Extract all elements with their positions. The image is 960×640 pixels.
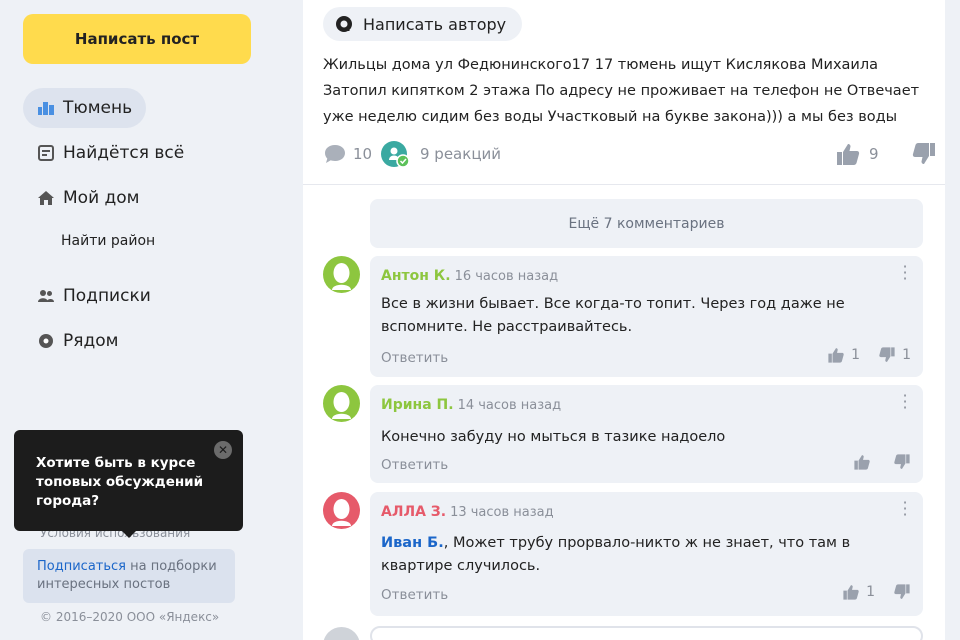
comment: Ирина П. 14 часов назад · · · Конечно забуд… xyxy=(370,385,923,483)
thumbs-down-icon[interactable] xyxy=(878,346,896,364)
likes-count: 1 xyxy=(851,347,861,363)
sidebar-item-label: Мой дом xyxy=(63,188,140,208)
thumbs-down-icon[interactable] xyxy=(893,583,911,601)
reaction-avatar-icon xyxy=(380,140,410,168)
sidebar-item-label: Найдётся всё xyxy=(63,143,185,163)
comment-votes: 1 xyxy=(842,583,911,601)
tooltip-arrow xyxy=(122,531,136,538)
comment-text: Все в жизни бывает. Все когда-то топит. … xyxy=(381,296,845,335)
close-icon[interactable]: ✕ xyxy=(214,441,232,459)
more-icon[interactable]: · · · xyxy=(899,259,911,287)
user-silhouette-icon xyxy=(332,263,351,290)
thumbs-up-icon[interactable] xyxy=(842,583,860,601)
comment-header: Ирина П. 14 часов назад xyxy=(381,397,561,413)
comment-votes xyxy=(853,453,911,471)
write-post-button[interactable]: Написать пост xyxy=(23,14,251,64)
more-icon[interactable]: · · · xyxy=(899,388,911,416)
copyright: © 2016–2020 ООО «Яндекс» xyxy=(40,610,220,624)
avatar[interactable] xyxy=(323,492,360,529)
city-icon xyxy=(37,99,55,117)
comments-count[interactable]: 10 xyxy=(323,140,372,168)
comment-author[interactable]: АЛЛА З. xyxy=(381,504,446,520)
more-icon[interactable]: · · · xyxy=(899,495,911,523)
sidebar-item-board[interactable]: Найдётся всё xyxy=(23,133,198,173)
post-text: Жильцы дома ул Федюнинского17 17 тюмень … xyxy=(323,57,920,125)
avatar[interactable] xyxy=(323,256,360,293)
reply-button[interactable]: Ответить xyxy=(381,350,448,366)
find-district-link[interactable]: Найти район xyxy=(61,233,155,249)
sidebar-item-tyumen[interactable]: Тюмень xyxy=(23,88,147,128)
home-icon xyxy=(37,189,55,207)
comment-header: АЛЛА З. 13 часов назад xyxy=(381,504,554,520)
sidebar: Написать пост Тюмень Найдётся всё Мой до… xyxy=(0,0,290,640)
thumbs-down-icon xyxy=(912,143,935,164)
reply-button[interactable]: Ответить xyxy=(381,587,448,603)
chat-icon xyxy=(335,15,353,33)
likes-count: 9 xyxy=(869,145,879,163)
thumbs-up-icon[interactable] xyxy=(827,346,845,364)
comment-input[interactable] xyxy=(370,626,923,640)
sidebar-item-subscriptions[interactable]: Подписки xyxy=(23,276,165,316)
thumbs-up-icon[interactable] xyxy=(853,453,871,471)
dislikes-count: 1 xyxy=(902,347,911,363)
reactions[interactable]: 9 реакций xyxy=(380,140,501,168)
comment-icon xyxy=(325,145,345,163)
board-icon xyxy=(37,144,55,162)
reply-button[interactable]: Ответить xyxy=(381,457,448,473)
thumbs-up-icon xyxy=(837,144,860,165)
comment-author[interactable]: Ирина П. xyxy=(381,397,454,413)
user-silhouette-icon xyxy=(332,499,351,526)
location-icon xyxy=(37,332,55,350)
comment-body: , Может трубу прорвало-никто ж не знает,… xyxy=(381,535,851,574)
sidebar-item-nearby[interactable]: Рядом xyxy=(23,321,132,361)
user-silhouette-icon xyxy=(332,392,351,419)
post-stats: 10 9 реакций 9 xyxy=(323,140,935,168)
like-button[interactable]: 9 xyxy=(835,140,879,168)
comment-votes: 1 1 xyxy=(827,346,911,364)
comment-time: 13 часов назад xyxy=(450,505,554,520)
comment-mention[interactable]: Иван Б. xyxy=(381,535,444,551)
sidebar-item-label: Подписки xyxy=(63,286,151,306)
comment-time: 16 часов назад xyxy=(454,269,559,284)
avatar[interactable] xyxy=(323,385,360,422)
comments-count-value: 10 xyxy=(353,145,373,163)
tooltip-text: Хотите быть в курсе топовых обсуждений г… xyxy=(36,455,204,509)
current-user-avatar xyxy=(323,627,360,640)
subscribe-tooltip: Хотите быть в курсе топовых обсуждений г… xyxy=(14,430,243,538)
dislike-button[interactable] xyxy=(911,140,937,168)
subscribe-link[interactable]: Подписаться xyxy=(37,559,126,574)
comment: Антон К. 16 часов назад · · · Все в жизни б… xyxy=(370,256,923,377)
comment-time: 14 часов назад xyxy=(457,398,562,413)
thumbs-down-icon[interactable] xyxy=(893,453,911,471)
sidebar-item-my-home[interactable]: Мой дом xyxy=(23,178,154,218)
comment-author[interactable]: Антон К. xyxy=(381,268,451,284)
comment: АЛЛА З. 13 часов назад · · · Иван Б., Может… xyxy=(370,492,923,616)
likes-count: 1 xyxy=(866,584,875,600)
people-icon xyxy=(37,287,55,305)
sidebar-item-label: Тюмень xyxy=(63,98,133,118)
main-feed: Написать автору Жильцы дома ул Федюнинск… xyxy=(303,0,945,640)
comment-text: Конечно забуду но мыться в тазике надоел… xyxy=(381,429,726,445)
comment-text: Иван Б., Может трубу прорвало-никто ж не… xyxy=(381,532,911,578)
write-author-label: Написать автору xyxy=(363,14,507,34)
comment-header: Антон К. 16 часов назад xyxy=(381,268,558,284)
reactions-label: 9 реакций xyxy=(420,145,502,163)
more-comments-button[interactable]: Ещё 7 комментариев xyxy=(370,199,923,248)
write-author-button[interactable]: Написать автору xyxy=(323,7,523,41)
sidebar-item-label: Рядом xyxy=(63,331,119,351)
subscribe-box: Подписаться на подборки интересных посто… xyxy=(23,549,235,603)
post: Написать автору Жильцы дома ул Федюнинск… xyxy=(303,0,945,185)
